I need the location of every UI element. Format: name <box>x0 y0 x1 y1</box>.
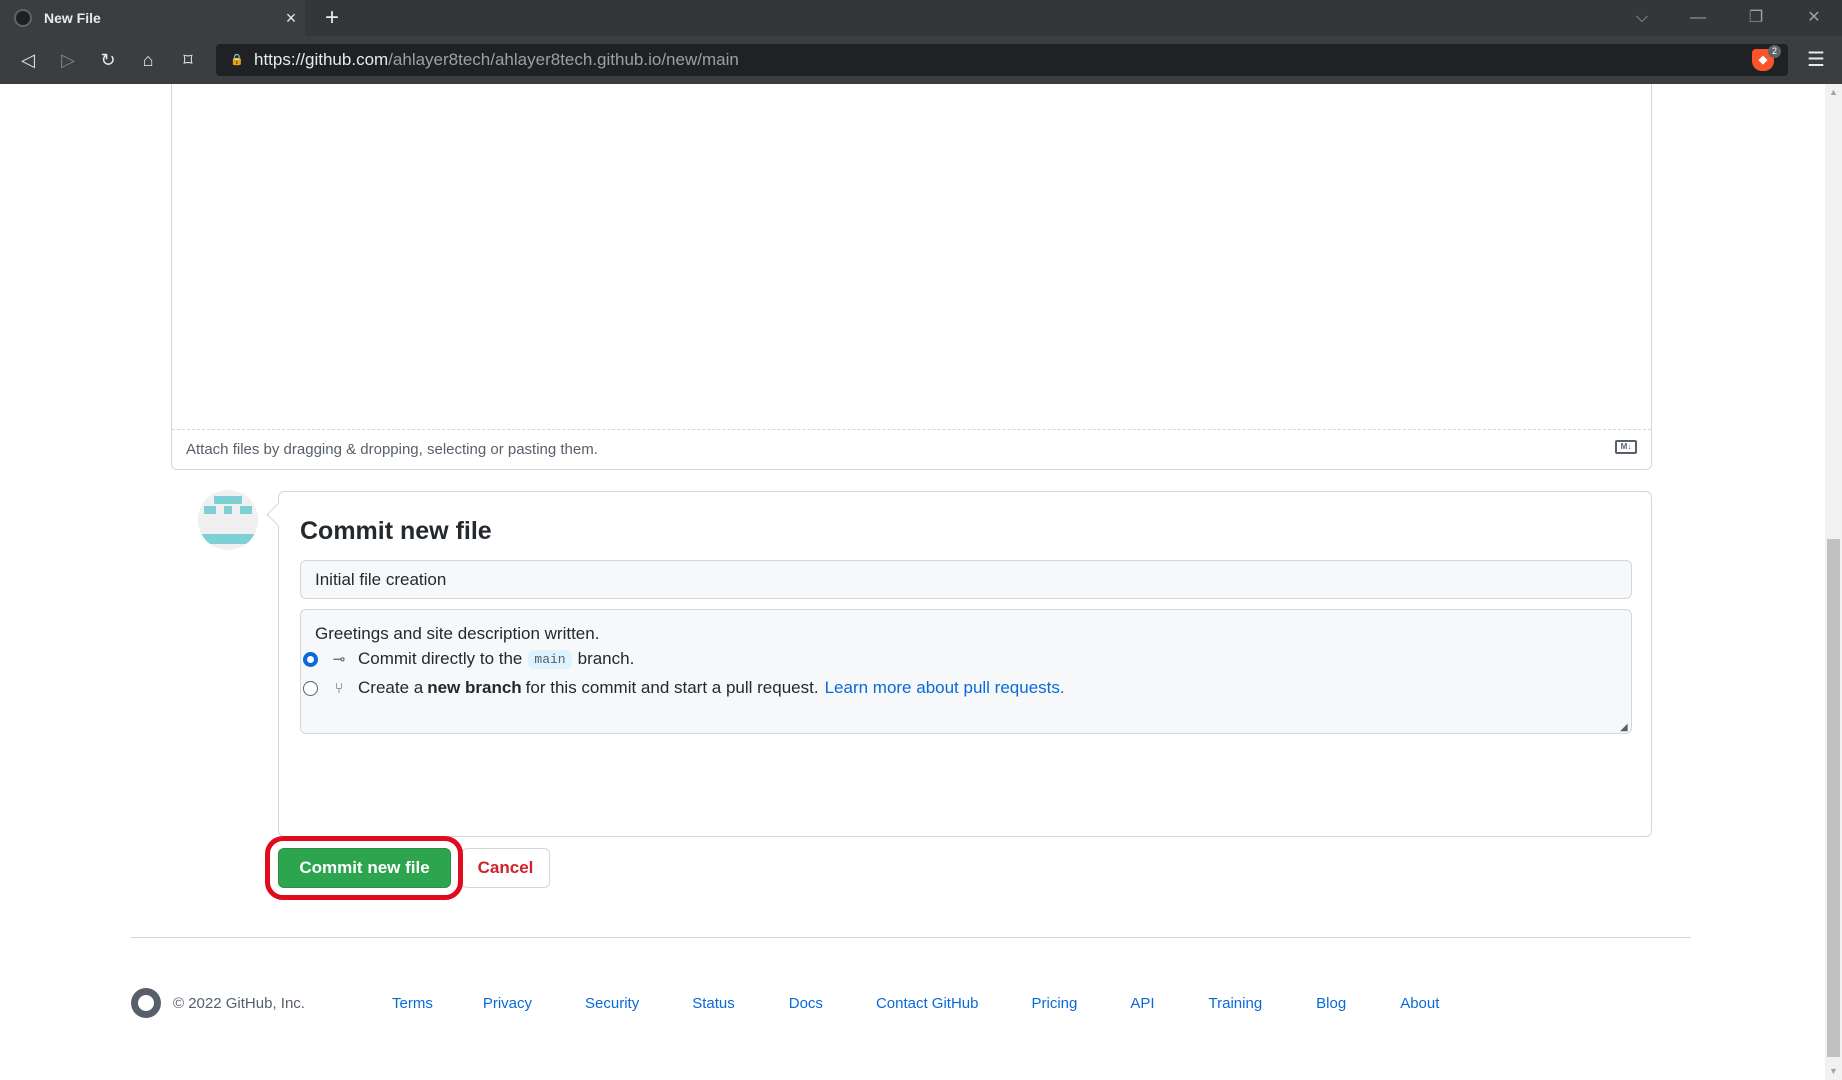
cancel-button[interactable]: Cancel <box>461 848 550 888</box>
scroll-down-arrow-icon[interactable]: ▼ <box>1825 1063 1842 1080</box>
footer-link-terms[interactable]: Terms <box>392 995 433 1012</box>
scroll-up-arrow-icon[interactable]: ▲ <box>1825 84 1842 101</box>
github-favicon-icon <box>14 9 32 27</box>
commit-form: Commit new file Greetings and site descr… <box>278 491 1652 837</box>
learn-more-pull-requests-link[interactable]: Learn more about pull requests. <box>825 678 1065 698</box>
footer-link-status[interactable]: Status <box>692 995 735 1012</box>
commit-title: Commit new file <box>300 517 492 545</box>
footer-link-training[interactable]: Training <box>1209 995 1263 1012</box>
footer-link-blog[interactable]: Blog <box>1316 995 1346 1012</box>
footer-link-about[interactable]: About <box>1400 995 1439 1012</box>
git-commit-icon: ⊸ <box>332 651 346 668</box>
menu-icon[interactable]: ☰ <box>1800 44 1832 76</box>
footer: © 2022 GitHub, Inc. Terms Privacy Securi… <box>131 988 1691 1018</box>
home-icon[interactable]: ⌂ <box>132 44 164 76</box>
commit-description-input[interactable]: Greetings and site description written. <box>300 609 1632 734</box>
tab-title: New File <box>44 10 101 26</box>
option-new-branch-bold: new branch <box>427 678 522 697</box>
github-logo-icon[interactable] <box>131 988 161 1018</box>
markdown-icon: M↓ <box>1615 440 1637 454</box>
editor-text-area[interactable] <box>172 84 1651 430</box>
tab-new-file[interactable]: New File × <box>0 0 305 36</box>
option-new-branch-suffix: for this commit and start a pull request… <box>525 678 819 697</box>
lock-icon: 🔒 <box>230 54 244 66</box>
browser-toolbar: ◁ ▷ ↻ ⌂ ⌑ 🔒 https://github.com/ahlayer8t… <box>0 36 1842 84</box>
git-pull-request-icon: ⑂ <box>334 679 344 697</box>
option-direct-suffix: branch. <box>577 649 635 668</box>
avatar <box>198 490 258 550</box>
option-new-branch[interactable]: ⑂ Create a new branch for this commit an… <box>303 678 1065 698</box>
file-editor: Attach files by dragging & dropping, sel… <box>171 84 1652 470</box>
restore-icon[interactable]: ❐ <box>1728 0 1784 36</box>
scroll-thumb[interactable] <box>1827 539 1840 1057</box>
footer-link-pricing[interactable]: Pricing <box>1031 995 1077 1012</box>
footer-link-docs[interactable]: Docs <box>789 995 823 1012</box>
close-window-icon[interactable]: ✕ <box>1786 0 1842 36</box>
footer-divider <box>131 937 1691 938</box>
footer-copyright: © 2022 GitHub, Inc. <box>173 994 305 1012</box>
footer-link-security[interactable]: Security <box>585 995 639 1012</box>
new-tab-icon[interactable]: + <box>318 4 346 32</box>
option-new-branch-prefix: Create a <box>358 678 424 697</box>
commit-summary-input[interactable] <box>300 560 1632 599</box>
address-bar[interactable]: 🔒 https://github.com/ahlayer8tech/ahlaye… <box>216 44 1788 76</box>
radio-new-branch[interactable] <box>303 680 318 696</box>
option-direct-prefix: Commit directly to the <box>358 649 523 668</box>
shield-count-badge: 2 <box>1768 45 1782 58</box>
minimize-icon[interactable]: — <box>1670 0 1726 36</box>
annotation-highlight-circle <box>265 836 463 900</box>
resize-grip-icon[interactable]: ◢ <box>1620 722 1628 733</box>
bookmark-icon[interactable]: ⌑ <box>172 44 204 76</box>
browser-tab-bar: New File × + ⌵ — ❐ ✕ <box>0 0 1842 36</box>
radio-commit-direct[interactable] <box>303 651 318 667</box>
back-icon[interactable]: ◁ <box>12 44 44 76</box>
close-tab-icon[interactable]: × <box>277 8 305 29</box>
option-commit-direct[interactable]: ⊸ Commit directly to the main branch. <box>303 649 634 669</box>
page-scrollbar[interactable]: ▲ ▼ <box>1825 84 1842 1080</box>
attach-files-hint[interactable]: Attach files by dragging & dropping, sel… <box>186 441 598 458</box>
forward-icon[interactable]: ▷ <box>52 44 84 76</box>
footer-link-contact[interactable]: Contact GitHub <box>876 995 979 1012</box>
tab-search-icon[interactable]: ⌵ <box>1614 0 1670 36</box>
footer-link-api[interactable]: API <box>1130 995 1154 1012</box>
reload-icon[interactable]: ↻ <box>92 44 124 76</box>
branch-name-badge: main <box>528 649 572 669</box>
url-text: https://github.com/ahlayer8tech/ahlayer8… <box>254 50 739 69</box>
footer-link-privacy[interactable]: Privacy <box>483 995 532 1012</box>
